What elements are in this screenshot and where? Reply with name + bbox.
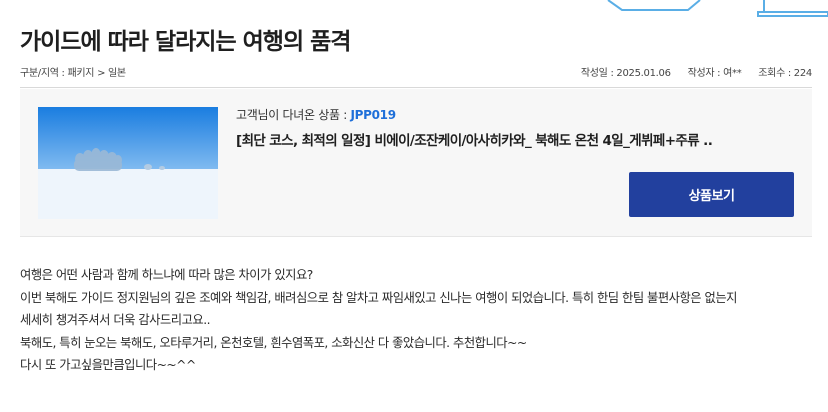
decoration-illustration: [607, 0, 828, 17]
snowfield-image: [38, 107, 218, 219]
review-product-label: 고객님이 다녀온 상품 : JPP019: [236, 106, 396, 123]
product-card: 고객님이 다녀온 상품 : JPP019 [최단 코스, 최적의 일정] 비에이…: [20, 89, 812, 237]
content-line: 다시 또 가고싶을만큼입니다~~^^: [20, 358, 196, 373]
product-thumbnail[interactable]: [38, 107, 218, 219]
title-divider: [20, 87, 812, 88]
post-date: 작성일 : 2025.01.06: [580, 68, 671, 79]
post-meta: 구분/지역 : 패키지 > 일본 작성일 : 2025.01.06 작성자 : …: [20, 64, 812, 80]
page-title: 가이드에 따라 달라지는 여행의 품격: [20, 29, 351, 55]
review-content: 여행은 어떤 사람과 함께 하느냐에 따라 많은 차이가 있지요? 이번 북해도…: [20, 264, 810, 377]
post-info: 작성일 : 2025.01.06 작성자 : 여** 조회수 : 224: [567, 64, 812, 79]
content-line: 세세히 챙겨주셔서 더욱 감사드리고요..: [20, 313, 211, 328]
content-line: 여행은 어떤 사람과 함께 하느냐에 따라 많은 차이가 있지요?: [20, 268, 313, 282]
review-prefix: 고객님이 다녀온 상품 :: [236, 108, 351, 122]
post-author: 작성자 : 여**: [687, 68, 742, 79]
product-code: JPP019: [350, 108, 396, 122]
view-product-button[interactable]: 상품보기: [629, 172, 794, 217]
product-name-link[interactable]: [최단 코스, 최적의 일정] 비에이/조잔케이/아사히카와_ 북해도 온천 4…: [236, 129, 713, 149]
content-line: 북해도, 특히 눈오는 북해도, 오타루거리, 온천호텔, 흰수염폭포, 소화신…: [20, 335, 527, 350]
post-views: 조회수 : 224: [758, 68, 812, 79]
content-line: 이번 북해도 가이드 정지원님의 깊은 조예와 책임감, 배려심으로 참 알차고…: [20, 290, 737, 305]
breadcrumb: 구분/지역 : 패키지 > 일본: [20, 68, 126, 79]
